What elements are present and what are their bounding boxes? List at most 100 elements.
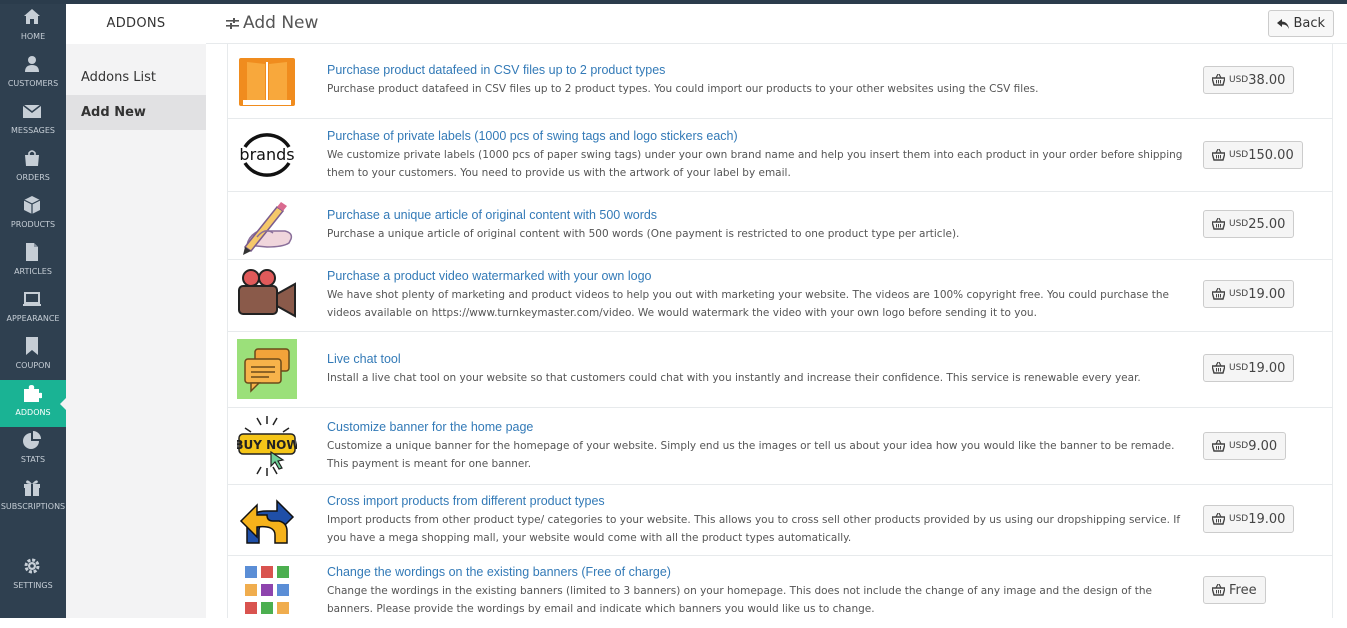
nav-item-settings[interactable]: SETTINGS [0,553,66,600]
nav-label: ARTICLES [14,267,52,276]
addon-title[interactable]: Purchase a product video watermarked wit… [327,269,651,283]
book-icon [237,52,297,112]
gear-icon [24,558,40,574]
back-button-label: Back [1293,16,1325,31]
addon-description: Purchase product datafeed in CSV files u… [327,83,1039,95]
nav-label: MESSAGES [11,126,55,135]
nav-item-orders[interactable]: ORDERS [0,145,66,192]
nav-item-coupon[interactable]: COUPON [0,333,66,380]
addon-description: Purchase a unique article of original co… [327,228,960,240]
cube-icon [23,196,41,214]
price-currency: USD [1229,441,1249,451]
nav-item-articles[interactable]: ARTICLES [0,239,66,286]
purchase-button[interactable]: USD 25.00 [1203,210,1295,238]
purchase-button[interactable]: USD 19.00 [1203,280,1295,308]
bookmark-icon [26,337,38,355]
puzzle-icon [24,385,42,402]
home-icon [24,9,40,24]
purchase-button[interactable]: Free [1203,576,1266,604]
nav-label: APPEARANCE [6,314,60,323]
addon-description: Import products from other product type/… [327,514,1181,544]
nav-item-appearance[interactable]: APPEARANCE [0,286,66,333]
purchase-button[interactable]: USD 9.00 [1203,432,1287,460]
nav-item-customers[interactable]: CUSTOMERS [0,51,66,98]
nav-item-stats[interactable]: STATS [0,427,66,474]
basket-icon [1212,584,1225,596]
pie-chart-icon [23,431,41,449]
price-amount: 9.00 [1248,438,1278,454]
nav-label: ADDONS [15,408,51,417]
svg-text:BUY NOW: BUY NOW [237,438,297,452]
video-camera-icon [237,266,297,326]
nav-item-home[interactable]: HOME [0,4,66,51]
price-currency: USD [1229,514,1249,524]
price-amount: 25.00 [1248,216,1286,232]
addon-row: BUY NOW Customize banner for the home pa… [228,408,1333,485]
nav-label: SUBSCRIPTIONS [0,502,66,511]
addon-row: brands Purchase of private labels (1000 … [228,119,1333,192]
reply-arrow-icon [1277,18,1290,29]
nav-item-subscriptions[interactable]: SUBSCRIPTIONS [0,474,66,521]
sliders-icon [226,17,239,29]
price-amount: Free [1229,582,1257,598]
nav-item-products[interactable]: PRODUCTS [0,192,66,239]
addon-title[interactable]: Purchase of private labels (1000 pcs of … [327,129,738,143]
addon-description: Install a live chat tool on your website… [327,372,1141,384]
subnav-item-add-new[interactable]: Add New [66,95,206,130]
nav-item-messages[interactable]: MESSAGES [0,98,66,145]
price-amount: 19.00 [1248,360,1286,376]
price-currency: USD [1229,75,1249,85]
gift-icon [24,480,40,496]
price-amount: 38.00 [1248,72,1286,88]
basket-icon [1212,362,1225,374]
subnav-item-addons-list[interactable]: Addons List [66,60,206,95]
page-header: Add New Back [206,4,1347,44]
brands-logo-icon: brands [237,125,297,185]
price-currency: USD [1229,219,1249,229]
addon-row: Purchase a unique article of original co… [228,192,1333,260]
addon-description: We have shot plenty of marketing and pro… [327,289,1169,319]
back-button[interactable]: Back [1268,10,1334,37]
addon-title[interactable]: Change the wordings on the existing bann… [327,565,671,579]
addon-row: Live chat tool Install a live chat tool … [228,332,1333,408]
subnav-title: ADDONS [66,4,206,44]
addon-title[interactable]: Purchase product datafeed in CSV files u… [327,63,665,77]
shopping-bag-icon [25,150,39,166]
chat-bubble-icon [237,339,297,399]
buy-now-icon: BUY NOW [234,416,300,476]
page-title: Add New [226,13,318,33]
purchase-button[interactable]: USD 38.00 [1203,66,1295,94]
file-icon [26,243,38,261]
nav-label: STATS [20,455,46,464]
price-amount: 150.00 [1248,147,1294,163]
addons-subnav: ADDONS Addons List Add New [66,4,206,618]
nav-label: ORDERS [16,173,50,182]
basket-icon [1212,288,1225,300]
price-currency: USD [1229,363,1249,373]
basket-icon [1212,513,1225,525]
addon-description: We customize private labels (1000 pcs of… [327,149,1183,179]
purchase-button[interactable]: USD 19.00 [1203,505,1295,533]
main-nav: HOME CUSTOMERS MESSAGES ORDERS PRODUCTS … [0,4,66,618]
laptop-icon [23,292,41,306]
addon-description: Change the wordings in the existing bann… [327,585,1152,615]
writing-hand-icon [237,197,297,257]
addon-title[interactable]: Purchase a unique article of original co… [327,208,657,222]
nav-label: SETTINGS [13,581,53,590]
addon-row: Purchase a product video watermarked wit… [228,260,1333,332]
basket-icon [1212,440,1225,452]
addon-title[interactable]: Cross import products from different pro… [327,494,605,508]
basket-icon [1212,74,1225,86]
addon-title[interactable]: Live chat tool [327,352,401,366]
nav-label: CUSTOMERS [7,79,59,88]
purchase-button[interactable]: USD 150.00 [1203,141,1303,169]
nav-label: HOME [20,32,46,41]
svg-text:brands: brands [239,145,294,164]
addon-list: Purchase product datafeed in CSV files u… [227,44,1333,618]
nav-item-addons[interactable]: ADDONS [0,380,66,427]
purchase-button[interactable]: USD 19.00 [1203,354,1295,382]
price-amount: 19.00 [1248,511,1286,527]
basket-icon [1212,149,1225,161]
addon-title[interactable]: Customize banner for the home page [327,420,533,434]
basket-icon [1212,218,1225,230]
